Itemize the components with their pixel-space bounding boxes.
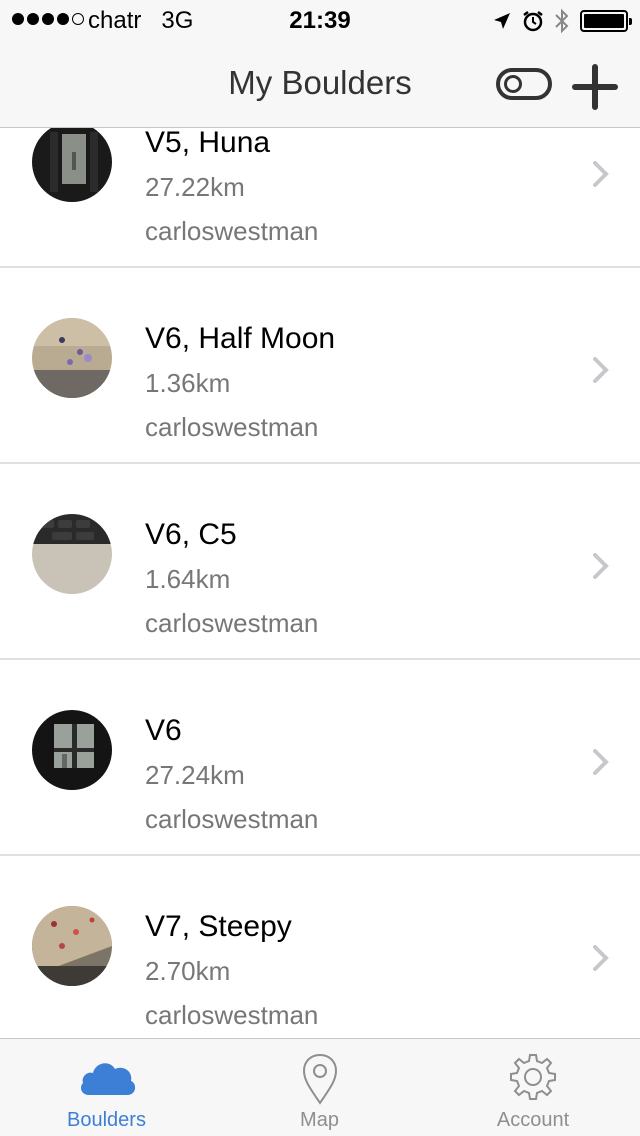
toggle-view-button[interactable] (496, 68, 552, 100)
boulder-distance: 27.24km (145, 760, 245, 790)
boulder-user: carloswestman (145, 412, 319, 442)
alarm-icon (523, 11, 543, 32)
boulder-thumbnail (32, 710, 112, 790)
tab-bar: Boulders Map Account (0, 1038, 640, 1136)
boulder-title: V6, C5 (145, 518, 237, 551)
map-pin-icon (302, 1053, 337, 1105)
gear-icon (510, 1054, 556, 1100)
boulder-row[interactable]: V7, Steepy 2.70km carloswestman (0, 856, 640, 1052)
boulder-row[interactable]: V6, C5 1.64km carloswestman (0, 464, 640, 660)
tab-map[interactable]: Map (213, 1039, 426, 1136)
top-bar: chatr 3G 21:39 My Boulders (0, 0, 640, 128)
status-bar: chatr 3G 21:39 (0, 0, 640, 40)
tab-label: Account (496, 1109, 570, 1131)
tab-label: Boulders (67, 1109, 146, 1131)
status-icons (492, 8, 632, 34)
boulder-user: carloswestman (145, 608, 319, 638)
chevron-right-icon (593, 749, 609, 775)
tab-account[interactable]: Account (426, 1039, 640, 1136)
boulder-title: V5, Huna (145, 126, 271, 159)
chevron-right-icon (593, 357, 609, 383)
boulder-row[interactable]: V6, Half Moon 1.36km carloswestman (0, 268, 640, 464)
battery-icon (580, 10, 632, 32)
boulder-list: V5, Huna 27.22km carloswestman V6, Half … (0, 72, 640, 1052)
boulder-row[interactable]: V6 27.24km carloswestman (0, 660, 640, 856)
location-arrow-icon (494, 13, 510, 29)
boulder-title: V6 (145, 714, 182, 747)
boulder-title: V7, Steepy (145, 910, 292, 943)
boulder-distance: 2.70km (145, 956, 231, 986)
tab-boulders[interactable]: Boulders (0, 1039, 213, 1136)
chevron-right-icon (593, 945, 609, 971)
tab-label: Map (300, 1109, 339, 1131)
add-boulder-button[interactable] (570, 62, 620, 112)
boulder-title: V6, Half Moon (145, 322, 336, 355)
boulder-thumbnail (32, 514, 112, 594)
boulder-distance: 27.22km (145, 172, 245, 202)
chevron-right-icon (593, 553, 609, 579)
cloud-icon (80, 1063, 135, 1095)
boulder-user: carloswestman (145, 1000, 319, 1030)
bluetooth-icon (555, 8, 569, 34)
toggle-icon (504, 75, 522, 93)
boulder-user: carloswestman (145, 804, 319, 834)
chevron-right-icon (593, 161, 609, 187)
boulder-distance: 1.36km (145, 368, 231, 398)
boulder-thumbnail (32, 318, 112, 398)
boulder-thumbnail (32, 122, 112, 202)
boulder-distance: 1.64km (145, 564, 231, 594)
boulder-thumbnail (32, 906, 112, 986)
boulder-user: carloswestman (145, 216, 319, 246)
